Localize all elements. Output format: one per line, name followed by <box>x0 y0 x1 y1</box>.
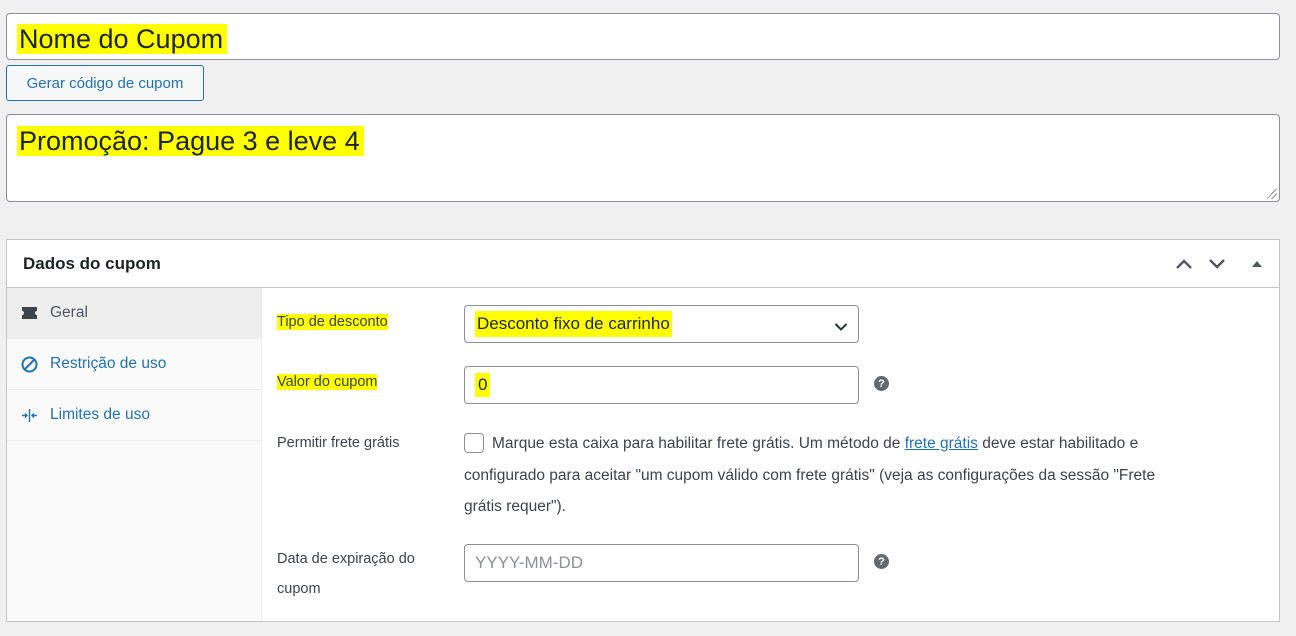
expiry-date-label: Data de expiração do cupom <box>277 551 415 597</box>
coupon-title-text: Nome do Cupom <box>17 24 228 54</box>
coupon-title-input[interactable]: Nome do Cupom <box>6 13 1280 60</box>
tab-general[interactable]: Geral <box>7 288 261 339</box>
coupon-amount-label: Valor do cupom <box>277 374 378 390</box>
tab-usage-restriction-label: Restrição de uso <box>50 355 167 372</box>
discount-type-value: Desconto fixo de carrinho <box>475 311 672 337</box>
coupon-description-textarea[interactable]: Promoção: Pague 3 e leve 4 <box>6 114 1280 202</box>
coupon-description-text: Promoção: Pague 3 e leve 4 <box>17 126 364 156</box>
coupon-tabs: Geral Restrição de uso Limites de uso <box>7 288 262 621</box>
ticket-icon <box>20 304 38 322</box>
help-icon[interactable]: ? <box>874 376 889 391</box>
coupon-amount-value: 0 <box>475 373 491 397</box>
block-icon <box>20 355 38 373</box>
move-down-icon[interactable] <box>1206 254 1228 274</box>
metabox-header: Dados do cupom <box>7 240 1279 288</box>
generate-coupon-code-button[interactable]: Gerar código de cupom <box>6 65 204 101</box>
coupon-amount-input[interactable]: 0 <box>464 366 859 404</box>
general-panel: Tipo de desconto Desconto fixo de carrin… <box>263 288 1279 621</box>
discount-type-label: Tipo de desconto <box>277 314 388 330</box>
tab-usage-limits[interactable]: Limites de uso <box>7 390 261 441</box>
move-up-icon[interactable] <box>1173 254 1195 274</box>
tab-usage-restriction[interactable]: Restrição de uso <box>7 339 261 390</box>
toggle-panel-icon[interactable] <box>1246 254 1268 274</box>
chevron-down-icon <box>834 317 848 337</box>
coupon-data-metabox: Dados do cupom Geral Restrição de uso Li… <box>6 239 1280 622</box>
help-icon[interactable]: ? <box>874 554 889 569</box>
free-shipping-link[interactable]: frete grátis <box>905 435 978 452</box>
resize-handle[interactable] <box>1267 189 1277 199</box>
expiry-date-input[interactable]: YYYY-MM-DD <box>464 544 859 582</box>
limits-icon <box>20 406 38 424</box>
tab-general-label: Geral <box>50 304 88 321</box>
discount-type-select[interactable]: Desconto fixo de carrinho <box>464 305 859 343</box>
expiry-date-placeholder: YYYY-MM-DD <box>475 553 583 572</box>
metabox-title: Dados do cupom <box>23 253 161 273</box>
free-shipping-description: Marque esta caixa para habilitar frete g… <box>464 435 1156 515</box>
free-shipping-label: Permitir frete grátis <box>277 435 400 451</box>
tab-usage-limits-label: Limites de uso <box>50 406 150 423</box>
